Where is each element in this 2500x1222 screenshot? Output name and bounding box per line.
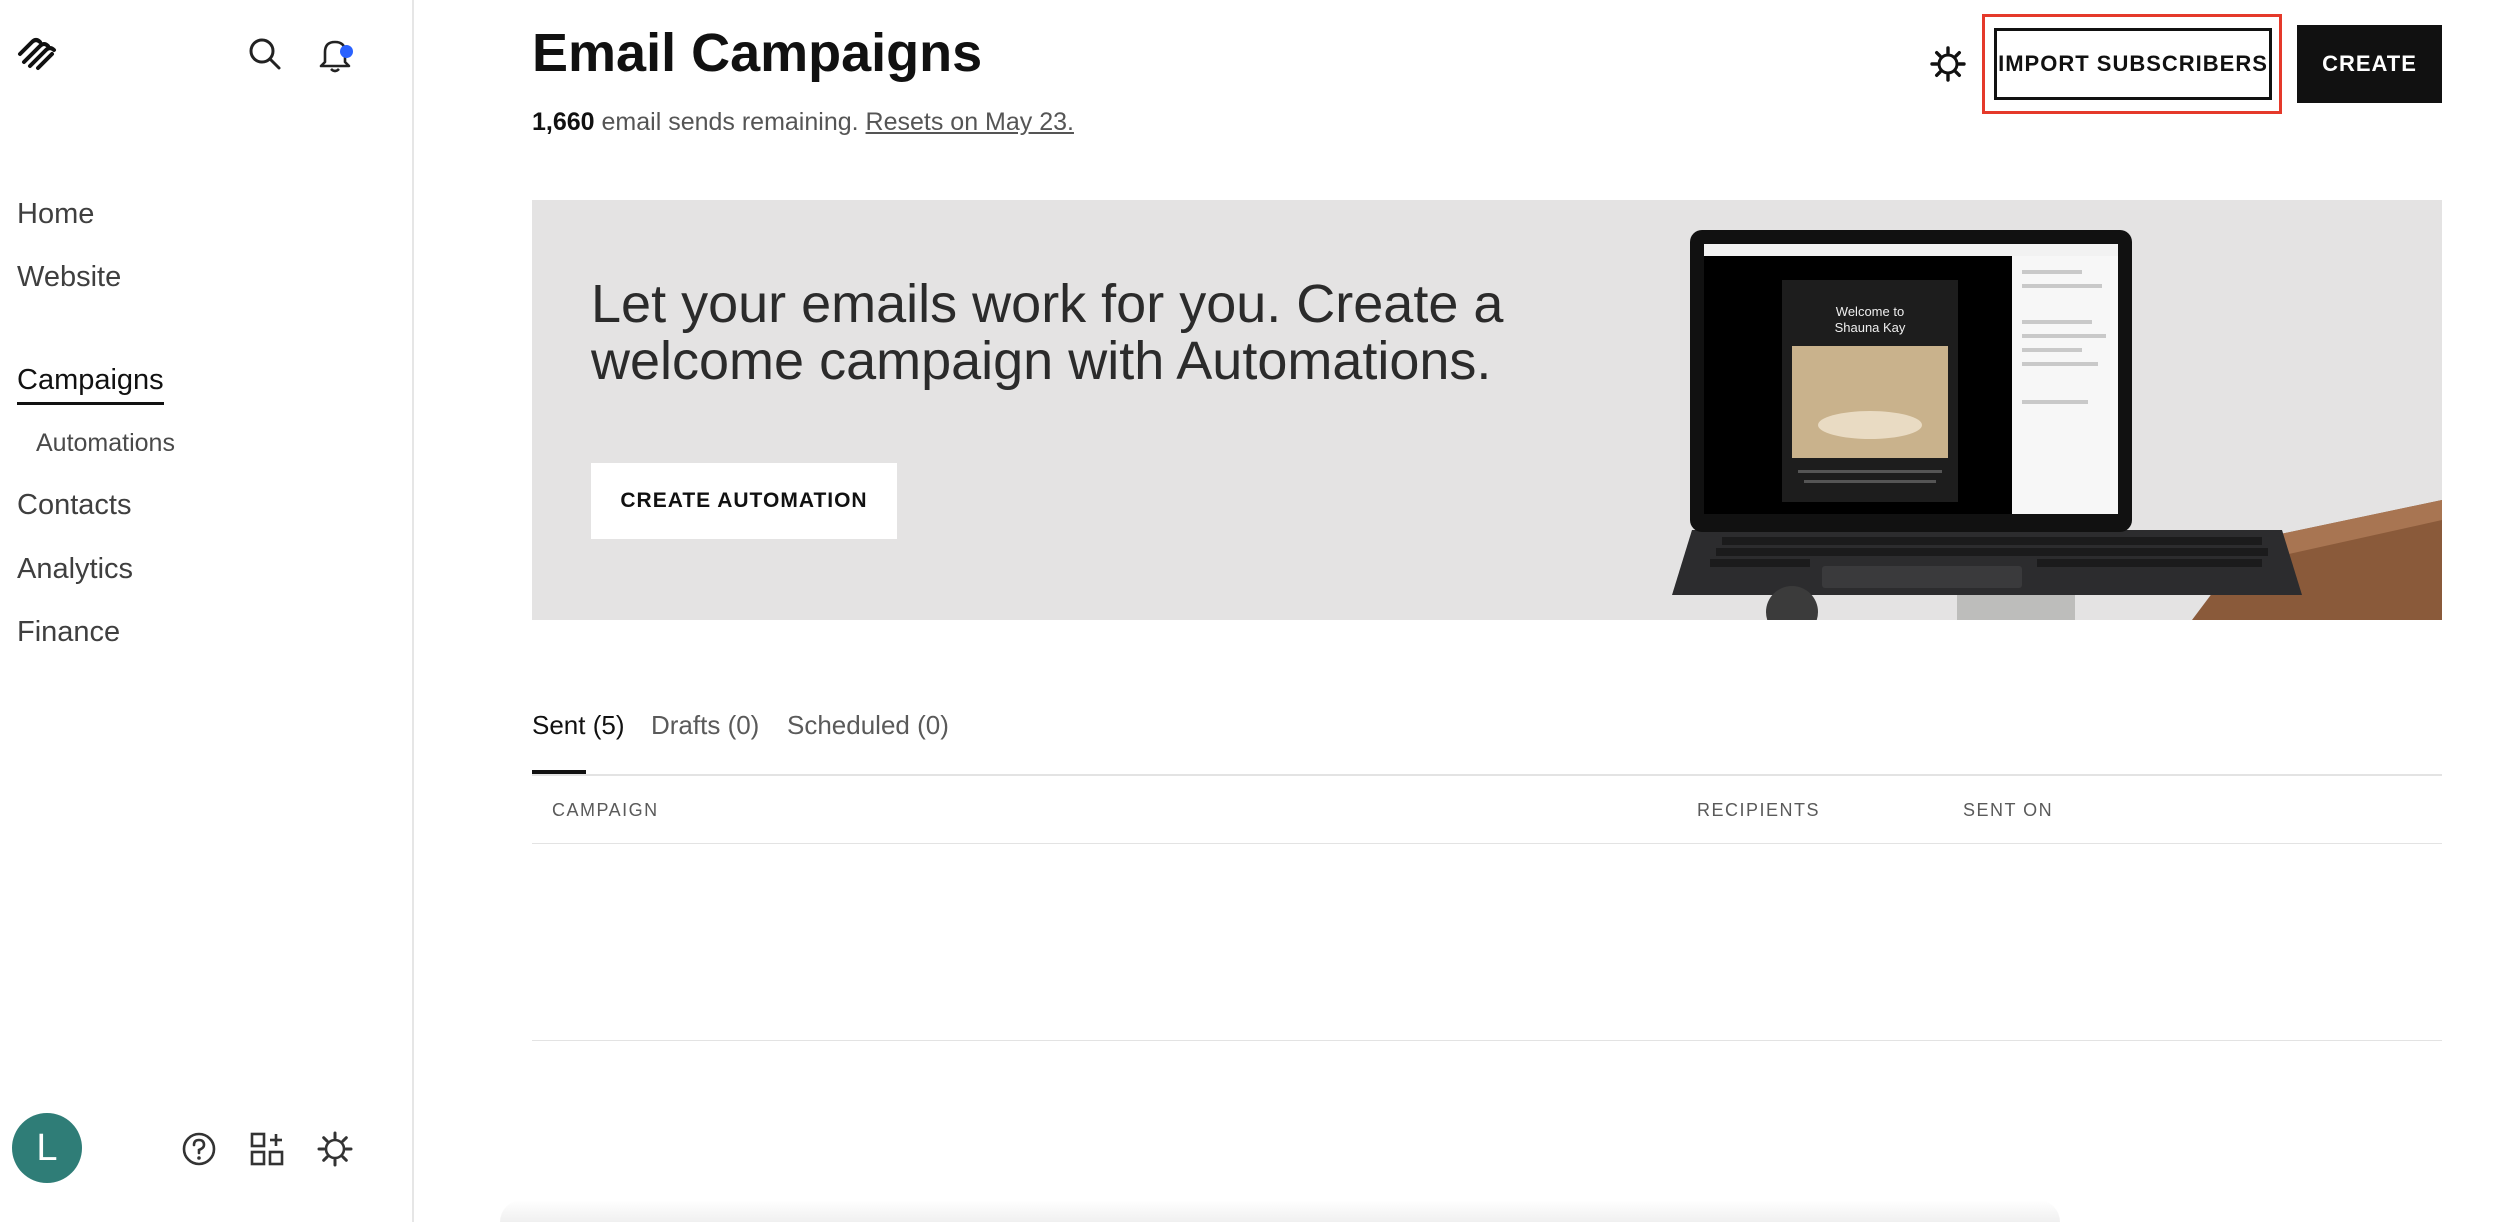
import-subscribers-button[interactable]: IMPORT SUBSCRIBERS <box>1994 28 2272 100</box>
automations-banner: Let your emails work for you. Create a w… <box>532 200 2442 620</box>
create-button[interactable]: CREATE <box>2297 25 2442 103</box>
tabs-divider <box>532 774 2442 776</box>
squarespace-logo-icon[interactable] <box>14 36 64 72</box>
column-header-recipients[interactable]: RECIPIENTS <box>1697 800 1820 821</box>
nav-contacts[interactable]: Contacts <box>17 489 131 522</box>
sends-count: 1,660 <box>532 108 595 136</box>
laptop-illustration: Welcome to Shauna Kay <box>1672 230 2442 620</box>
page-title: Email Campaigns <box>532 23 983 83</box>
notification-dot <box>340 45 353 58</box>
bottom-panel-shadow <box>500 1200 2060 1222</box>
search-icon[interactable] <box>245 34 285 74</box>
avatar[interactable]: L <box>12 1113 82 1183</box>
banner-headline: Let your emails work for you. Create a w… <box>591 274 1504 391</box>
create-automation-button[interactable]: CREATE AUTOMATION <box>591 463 897 539</box>
help-icon[interactable] <box>180 1130 218 1168</box>
sends-remaining: 1,660 email sends remaining. Resets on M… <box>532 108 1074 137</box>
sidebar: Home Website Campaigns Automations Conta… <box>0 0 414 1222</box>
nav-finance[interactable]: Finance <box>17 616 120 649</box>
reset-link[interactable]: Resets on May 23. <box>866 108 1074 136</box>
table-bottom-divider <box>532 1040 2442 1041</box>
nav-website[interactable]: Website <box>17 261 121 294</box>
email-preview-title-2: Shauna Kay <box>1835 320 1906 335</box>
email-preview-title-1: Welcome to <box>1836 304 1904 319</box>
table-header-divider <box>532 843 2442 844</box>
tab-sent[interactable]: Sent (5) <box>532 710 625 741</box>
column-header-sent-on[interactable]: SENT ON <box>1963 800 2053 821</box>
settings-gear-icon[interactable] <box>316 1130 354 1168</box>
column-header-campaign[interactable]: CAMPAIGN <box>552 800 659 821</box>
nav-home[interactable]: Home <box>17 198 94 231</box>
tab-scheduled[interactable]: Scheduled (0) <box>787 710 949 741</box>
sends-text: email sends remaining. <box>594 108 866 136</box>
nav-automations[interactable]: Automations <box>36 429 175 458</box>
nav-campaigns[interactable]: Campaigns <box>17 364 164 405</box>
nav-analytics[interactable]: Analytics <box>17 553 133 586</box>
tab-drafts[interactable]: Drafts (0) <box>651 710 759 741</box>
apps-add-icon[interactable] <box>248 1130 286 1168</box>
settings-gear-icon[interactable] <box>1928 44 1968 84</box>
